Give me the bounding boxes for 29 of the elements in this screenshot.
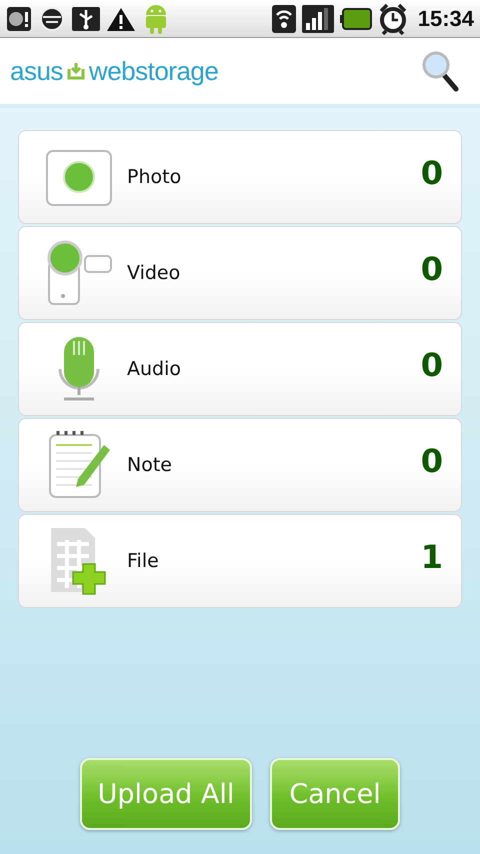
item-count: 0: [420, 442, 443, 480]
sd-card-icon: [6, 4, 32, 32]
category-label: Photo: [127, 166, 182, 188]
usb-icon: [72, 4, 100, 32]
category-row[interactable]: Photo 0: [18, 130, 462, 224]
clock-time: 15:34: [418, 6, 474, 32]
wifi-icon: [272, 4, 296, 34]
category-label: Audio: [127, 358, 182, 380]
item-count: 0: [420, 346, 443, 384]
category-label: Video: [127, 262, 182, 284]
signal-icon: [302, 4, 334, 34]
battery-icon: [340, 6, 372, 30]
category-row[interactable]: Audio 0: [18, 322, 462, 416]
alarm-clock-icon: [378, 2, 408, 34]
category-row[interactable]: File 1: [18, 514, 462, 608]
category-row[interactable]: Video 0: [18, 226, 462, 320]
logo-text: asus: [10, 56, 63, 86]
camcorder-icon: [45, 240, 113, 306]
item-count: 0: [420, 250, 443, 288]
item-count: 1: [420, 538, 443, 576]
category-row[interactable]: Note 0: [18, 418, 462, 512]
camera-icon: [45, 147, 113, 207]
search-icon[interactable]: [420, 49, 460, 93]
category-label: Note: [127, 454, 173, 476]
logo-icon: [66, 61, 86, 81]
item-count: 0: [420, 154, 443, 192]
logo-text: webstorage: [88, 56, 218, 86]
notepad-pencil-icon: [46, 429, 112, 501]
category-label: File: [127, 550, 160, 572]
